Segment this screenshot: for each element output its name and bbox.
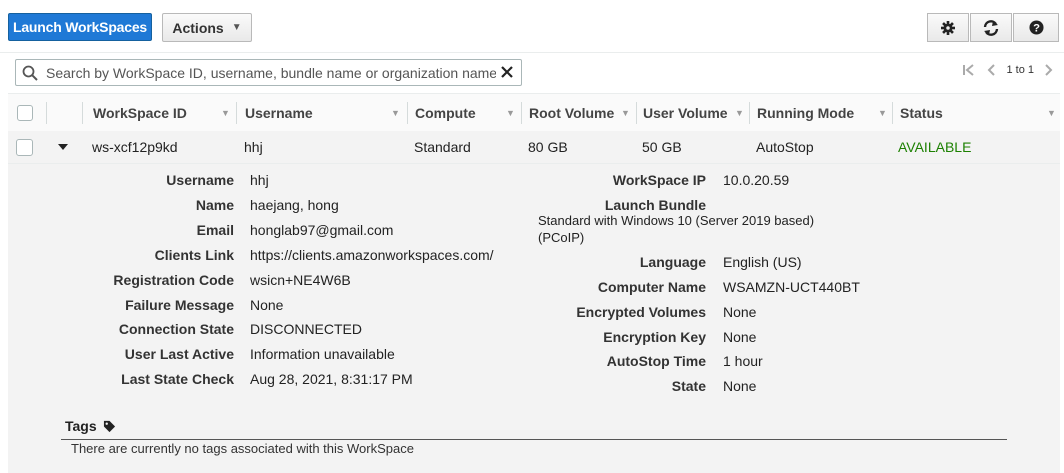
search-icon — [22, 65, 38, 81]
column-header-root-volume[interactable]: Root Volume ▼ — [529, 94, 636, 131]
cell-running-mode: AutoStop — [756, 139, 814, 155]
detail-label-language: Language — [639, 254, 706, 270]
status-badge: AVAILABLE — [898, 139, 972, 155]
detail-label-connection-state: Connection State — [118, 321, 234, 337]
detail-value-launch-bundle-line2: (PCoIP) — [538, 230, 585, 245]
detail-value-failure-message: None — [250, 297, 284, 313]
detail-label-encrypted-volumes: Encrypted Volumes — [576, 304, 706, 320]
detail-value-username: hhj — [250, 172, 269, 188]
actions-dropdown-button[interactable]: Actions ▼ — [162, 13, 252, 42]
detail-value-computer-name: WSAMZN-UCT440BT — [723, 279, 860, 295]
table-row[interactable]: ws-xcf12p9kd hhj Standard 80 GB 50 GB Au… — [8, 131, 1060, 164]
column-header-user-volume[interactable]: User Volume ▼ — [643, 94, 749, 131]
settings-button[interactable] — [927, 13, 969, 42]
tags-heading: Tags — [65, 418, 116, 434]
cell-root-volume: 80 GB — [528, 139, 568, 155]
cell-workspace-id: ws-xcf12p9kd — [92, 139, 178, 155]
column-header-running-mode[interactable]: Running Mode ▼ — [757, 94, 892, 131]
search-bar — [15, 59, 522, 86]
column-header-username[interactable]: Username ▼ — [245, 94, 407, 131]
help-button[interactable]: ? — [1013, 13, 1059, 42]
column-header-workspace-id[interactable]: WorkSpace ID ▼ — [93, 94, 236, 131]
detail-value-connection-state: DISCONNECTED — [250, 321, 363, 337]
chevron-down-icon: ▼ — [231, 22, 242, 33]
toolbar: Launch WorkSpaces Actions ▼ ? — [0, 0, 1064, 53]
table-header: WorkSpace ID ▼ Username ▼ Compute ▼ Root Vo… — [8, 93, 1060, 132]
detail-label-encryption-key: Encryption Key — [603, 329, 706, 345]
next-page-icon[interactable] — [1044, 63, 1054, 77]
first-page-icon[interactable] — [962, 63, 976, 77]
cell-user-volume: 50 GB — [642, 139, 682, 155]
search-input[interactable] — [44, 62, 498, 84]
actions-label: Actions — [172, 19, 224, 36]
detail-value-state: None — [723, 378, 757, 394]
detail-value-workspace-ip: 10.0.20.59 — [723, 172, 790, 188]
detail-value-language: English (US) — [723, 254, 802, 270]
launch-workspaces-button[interactable]: Launch WorkSpaces — [8, 13, 152, 41]
cell-compute: Standard — [414, 139, 471, 155]
gear-icon — [941, 20, 955, 35]
column-header-status[interactable]: Status ▼ — [900, 94, 1056, 131]
tags-empty-message: There are currently no tags associated w… — [71, 441, 414, 456]
detail-label-clients-link: Clients Link — [154, 247, 234, 263]
detail-value-last-state-check: Aug 28, 2021, 8:31:17 PM — [250, 371, 413, 387]
detail-value-registration-code: wsicn+NE4W6B — [250, 272, 351, 288]
detail-label-name: Name — [195, 197, 234, 213]
cell-username: hhj — [244, 139, 263, 155]
detail-label-computer-name: Computer Name — [597, 279, 706, 295]
detail-value-name: haejang, hong — [250, 197, 339, 213]
detail-label-last-state-check: Last State Check — [121, 371, 234, 387]
detail-value-launch-bundle-line1: Standard with Windows 10 (Server 2019 ba… — [538, 213, 815, 228]
row-checkbox[interactable] — [16, 131, 33, 163]
detail-value-encryption-key: None — [723, 329, 757, 345]
column-header-compute[interactable]: Compute ▼ — [415, 94, 521, 131]
detail-label-launch-bundle: Launch Bundle — [604, 197, 706, 213]
detail-label-failure-message: Failure Message — [125, 297, 234, 313]
detail-label-state: State — [671, 378, 706, 394]
close-icon[interactable] — [499, 64, 515, 80]
page-count: 1 to 1 — [1006, 64, 1034, 76]
detail-value-email: honglab97@gmail.com — [250, 222, 394, 238]
workspace-detail-panel: Username hhj Name haejang, hong Email ho… — [8, 164, 1060, 473]
detail-value-user-last-active: Information unavailable — [250, 346, 395, 362]
pagination: 1 to 1 — [962, 63, 1054, 77]
detail-value-encrypted-volumes: None — [723, 304, 757, 320]
previous-page-icon[interactable] — [986, 63, 996, 77]
select-all-checkbox[interactable] — [17, 94, 33, 131]
detail-label-workspace-ip: WorkSpace IP — [612, 172, 706, 188]
refresh-button[interactable] — [970, 13, 1012, 42]
detail-value-clients-link[interactable]: https://clients.amazonworkspaces.com/ — [250, 247, 494, 263]
detail-label-user-last-active: User Last Active — [124, 346, 234, 362]
detail-label-email: Email — [196, 222, 234, 238]
expand-chevron-icon[interactable] — [58, 131, 68, 163]
refresh-icon — [983, 19, 999, 36]
svg-text:?: ? — [1033, 23, 1040, 35]
tags-divider — [61, 439, 1007, 440]
detail-label-registration-code: Registration Code — [113, 272, 234, 288]
detail-value-autostop-time: 1 hour — [723, 353, 763, 369]
help-icon: ? — [1028, 20, 1044, 35]
tag-icon — [103, 420, 115, 432]
detail-label-username: Username — [166, 172, 234, 188]
detail-label-autostop-time: AutoStop Time — [606, 353, 706, 369]
